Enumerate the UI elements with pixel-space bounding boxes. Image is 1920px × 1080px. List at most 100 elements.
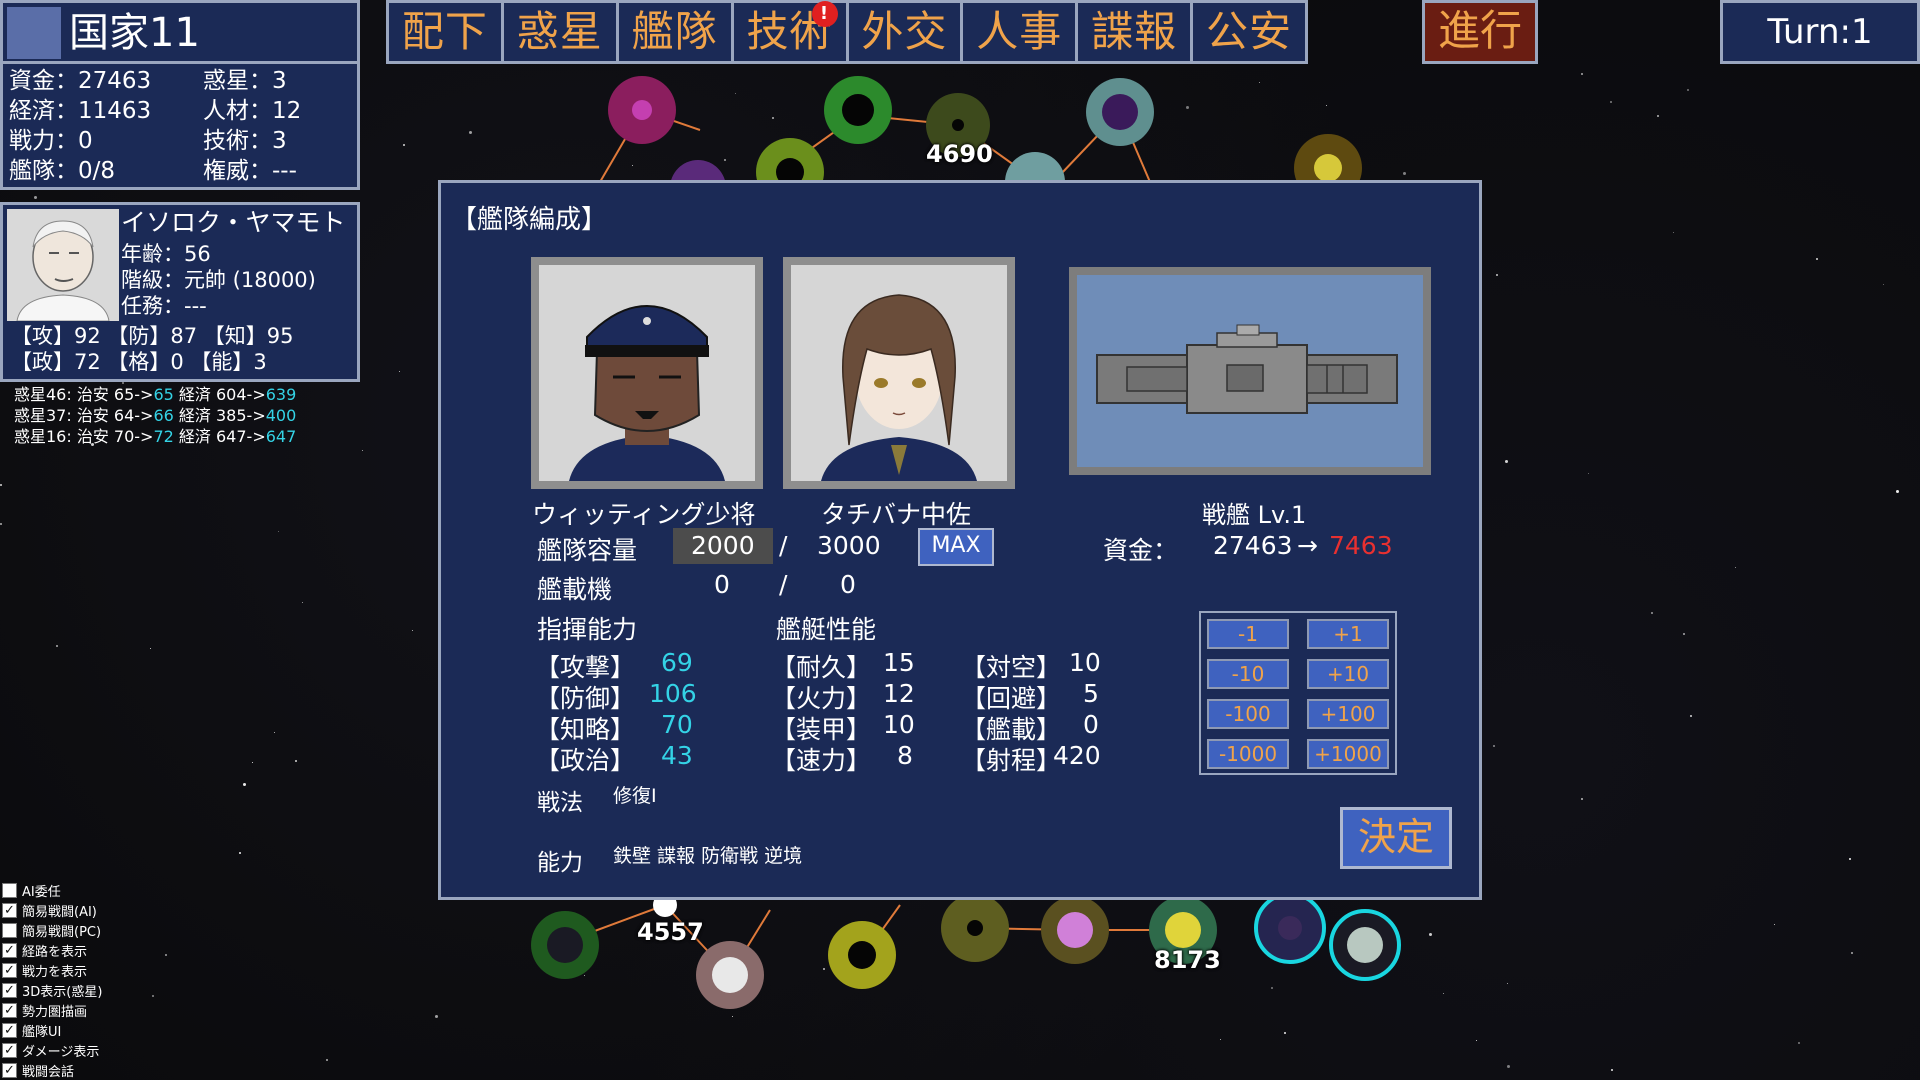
command-header: 指揮能力 — [537, 615, 638, 644]
stat-planets: 惑星：3 — [203, 68, 287, 94]
increase-1000-button[interactable]: +1000 — [1307, 739, 1389, 769]
confirm-button[interactable]: 決定 — [1340, 807, 1452, 869]
capacity-step-panel: -1 +1 -10 +10 -100 +100 -1000 +1000 — [1199, 611, 1397, 775]
commander-duty: 任務：--- — [121, 294, 207, 318]
menu-intelligence[interactable]: 諜報 — [1078, 3, 1191, 61]
checkbox[interactable] — [2, 922, 17, 938]
option-row[interactable]: 簡易戦闘(PC) — [2, 920, 102, 940]
decrease-1-button[interactable]: -1 — [1207, 619, 1289, 649]
commander-age: 年齢：56 — [121, 242, 211, 266]
checkbox[interactable]: ✓ — [2, 962, 17, 978]
planet[interactable] — [824, 76, 892, 144]
option-row[interactable]: ✓ 簡易戦闘(AI) — [2, 900, 102, 920]
ship-stat-value: 420 — [1053, 741, 1101, 770]
decrease-10-button[interactable]: -10 — [1207, 659, 1289, 689]
checkbox[interactable]: ✓ — [2, 1062, 17, 1078]
planet[interactable] — [696, 941, 764, 1009]
aircraft-max: 0 — [840, 570, 856, 599]
turn-counter: Turn:1 — [1720, 0, 1920, 64]
options-list: AI委任 ✓ 簡易戦闘(AI) 簡易戦闘(PC) ✓ 経路を表示 ✓ 戦力を表示 ✓ 3D表示(惑… — [2, 880, 102, 1080]
increase-100-button[interactable]: +100 — [1307, 699, 1389, 729]
officer1-portrait[interactable] — [531, 257, 763, 489]
menu-planets[interactable]: 惑星 — [503, 3, 616, 61]
map-power-number: 4557 — [637, 918, 704, 946]
advance-turn-button[interactable]: 進行 — [1422, 0, 1538, 64]
option-row[interactable]: ✓ 3D表示(惑星) — [2, 980, 102, 1000]
menu-fleets[interactable]: 艦隊 — [618, 3, 731, 61]
option-label: 経路を表示 — [22, 944, 88, 960]
menu-personnel[interactable]: 人事 — [963, 3, 1076, 61]
command-stat-value: 70 — [661, 710, 693, 739]
capacity-max: 3000 — [817, 531, 881, 560]
planet[interactable] — [828, 921, 896, 989]
command-stat-politics: 【政治】 — [535, 746, 636, 775]
aircraft-value: 0 — [714, 570, 730, 599]
funds-arrow: → — [1297, 531, 1318, 560]
funds-before: 27463 — [1213, 531, 1293, 560]
stat-military: 戦力：0 — [9, 128, 93, 154]
command-stat-value: 69 — [661, 648, 693, 677]
decrease-1000-button[interactable]: -1000 — [1207, 739, 1289, 769]
ship-stat-value: 10 — [883, 710, 915, 739]
menu-technology[interactable]: 技術! — [733, 1, 846, 61]
option-row[interactable]: ✓ 戦力を表示 — [2, 960, 102, 980]
tactic-value: 修復I — [613, 785, 657, 807]
option-label: 3D表示(惑星) — [22, 984, 103, 1000]
ship-stat-value: 0 — [1083, 710, 1099, 739]
option-label: 戦闘会話 — [22, 1064, 75, 1080]
checkbox[interactable] — [2, 882, 17, 898]
planet[interactable] — [531, 911, 599, 979]
nation-stats-panel: 資金：27463 惑星：3 経済：11463 人材：12 戦力：0 技術：3 艦… — [0, 64, 360, 190]
increase-1-button[interactable]: +1 — [1307, 619, 1389, 649]
aircraft-label: 艦載機 — [537, 575, 613, 604]
planet[interactable] — [608, 76, 676, 144]
tactic-label: 戦法 — [537, 790, 583, 816]
command-stat-value: 43 — [661, 741, 693, 770]
ability-label: 能力 — [537, 850, 583, 876]
officer2-name: タチバナ中佐 — [821, 500, 972, 529]
planet[interactable] — [941, 894, 1009, 962]
stat-talent: 人材：12 — [203, 98, 302, 124]
checkbox[interactable]: ✓ — [2, 1042, 17, 1058]
option-row[interactable]: ✓ ダメージ表示 — [2, 1040, 102, 1060]
log-line: 惑星46: 治安 65->65 経済 604->639 — [14, 385, 297, 404]
planet[interactable] — [1086, 78, 1154, 146]
menu-security[interactable]: 公安 — [1193, 3, 1305, 61]
top-menu: 配下 惑星 艦隊 技術! 外交 人事 諜報 公安 — [386, 0, 1308, 64]
stat-fleets: 艦隊：0/8 — [9, 158, 116, 184]
option-row[interactable]: AI委任 — [2, 880, 102, 900]
checkbox[interactable]: ✓ — [2, 942, 17, 958]
capacity-value[interactable]: 2000 — [673, 528, 773, 564]
option-label: 戦力を表示 — [22, 964, 88, 980]
alert-icon: ! — [811, 1, 838, 27]
planet-selected[interactable] — [1329, 909, 1401, 981]
planet[interactable] — [1041, 896, 1109, 964]
increase-10-button[interactable]: +10 — [1307, 659, 1389, 689]
stat-authority: 権威：--- — [203, 158, 297, 184]
checkbox[interactable]: ✓ — [2, 1002, 17, 1018]
checkbox[interactable]: ✓ — [2, 1022, 17, 1038]
ship-stat-speed: 【速力】 — [771, 746, 872, 775]
dialog-title: 【艦隊編成】 — [451, 205, 608, 235]
decrease-100-button[interactable]: -100 — [1207, 699, 1289, 729]
commander-rank: 階級：元帥 (18000) — [121, 268, 316, 292]
option-label: AI委任 — [22, 884, 61, 900]
checkbox[interactable]: ✓ — [2, 902, 17, 918]
officer2-portrait[interactable] — [783, 257, 1015, 489]
option-row[interactable]: ✓ 勢力圏描画 — [2, 1000, 102, 1020]
option-label: 簡易戦闘(PC) — [22, 924, 102, 940]
option-row[interactable]: ✓ 経路を表示 — [2, 940, 102, 960]
commander-name: イソロク・ヤマモト — [121, 208, 346, 237]
checkbox[interactable]: ✓ — [2, 982, 17, 998]
planet-selected[interactable] — [1254, 892, 1326, 964]
max-button[interactable]: MAX — [918, 528, 994, 566]
option-row[interactable]: ✓ 艦隊UI — [2, 1020, 102, 1040]
map-power-number: 8173 — [1154, 946, 1221, 974]
menu-subordinates[interactable]: 配下 — [389, 3, 501, 61]
ship-stat-value: 12 — [883, 679, 915, 708]
menu-diplomacy[interactable]: 外交 — [848, 3, 961, 61]
nation-name: 国家11 — [69, 10, 200, 56]
commander-panel[interactable]: イソロク・ヤマモト 年齢：56 階級：元帥 (18000) 任務：--- 【攻】… — [0, 202, 360, 382]
commander-portrait — [7, 209, 119, 322]
option-row[interactable]: ✓ 戦闘会話 — [2, 1060, 102, 1080]
